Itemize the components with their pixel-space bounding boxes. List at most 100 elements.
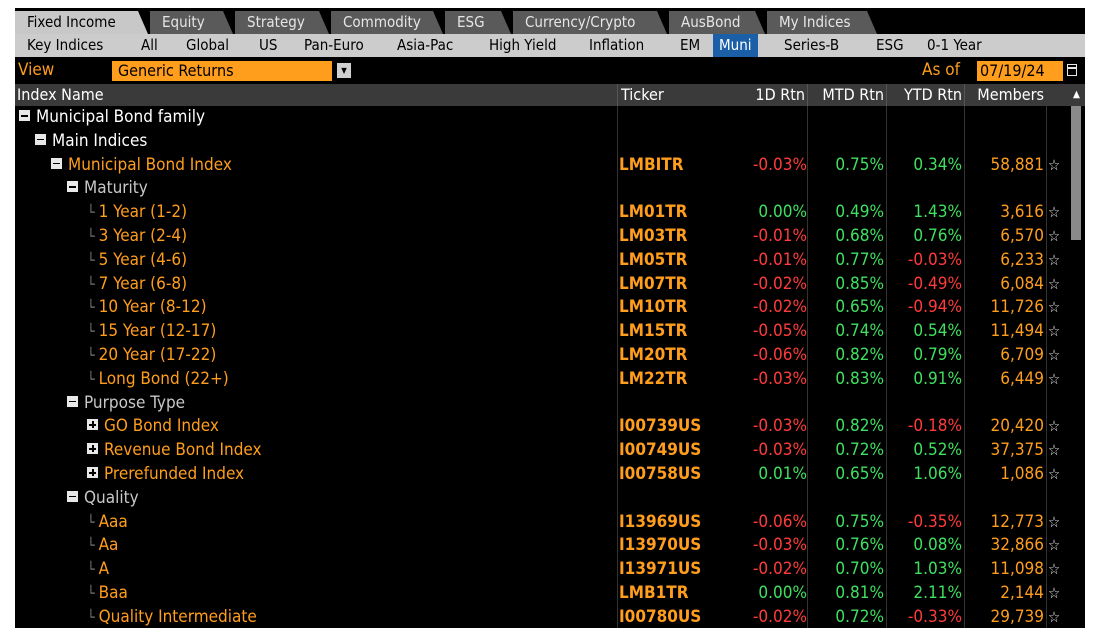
table-row[interactable]: Municipal Bond family — [15, 106, 1068, 130]
collapse-icon[interactable] — [67, 181, 78, 193]
index-name-cell[interactable]: Maturity — [67, 177, 148, 201]
subtab-asia-pac[interactable]: Asia-Pac — [397, 34, 453, 57]
index-name-cell[interactable]: └ Quality Intermediate — [87, 606, 257, 628]
calendar-icon[interactable] — [1067, 64, 1077, 76]
table-row[interactable]: Municipal Bond Index LMBITR -0.03% 0.75% 0.3… — [15, 154, 1068, 178]
subtab-inflation[interactable]: Inflation — [589, 34, 644, 57]
subtab-us[interactable]: US — [259, 34, 277, 57]
favorite-star-icon[interactable]: ☆ — [1045, 415, 1063, 439]
favorite-star-icon[interactable]: ☆ — [1045, 511, 1063, 535]
favorite-star-icon[interactable]: ☆ — [1045, 225, 1063, 249]
tab-ausbond[interactable]: AusBond — [669, 11, 765, 34]
tab-equity[interactable]: Equity — [150, 11, 233, 34]
header-index-name[interactable]: Index Name — [17, 84, 104, 106]
collapse-icon[interactable] — [67, 490, 78, 502]
scroll-up-arrow-icon[interactable]: ▲ — [1068, 84, 1085, 106]
tab-my-indices[interactable]: My Indices — [767, 11, 877, 34]
table-row[interactable]: └ Quality Intermediate I00780US -0.02% 0.72%… — [15, 606, 1068, 628]
index-name-cell[interactable]: Purpose Type — [67, 392, 185, 416]
subtab-global[interactable]: Global — [186, 34, 229, 57]
table-row[interactable]: Main Indices — [15, 130, 1068, 154]
index-name-cell[interactable]: └ Aa — [87, 534, 118, 558]
index-name-cell[interactable]: Main Indices — [35, 130, 147, 154]
table-row[interactable]: └ 3 Year (2-4) LM03TR -0.01% 0.68% 0.76% 6,570… — [15, 225, 1068, 249]
index-name-cell[interactable]: └ A — [87, 558, 109, 582]
tab-commodity[interactable]: Commodity — [331, 11, 443, 34]
favorite-star-icon[interactable]: ☆ — [1045, 344, 1063, 368]
index-name-cell[interactable]: └ Long Bond (22+) — [87, 368, 229, 392]
table-row[interactable]: Quality — [15, 487, 1068, 511]
table-row[interactable]: └ 20 Year (17-22) LM20TR -0.06% 0.82% 0.79% 6,… — [15, 344, 1068, 368]
table-row[interactable]: └ Baa LMB1TR 0.00% 0.81% 2.11% 2,144 ☆ — [15, 582, 1068, 606]
collapse-icon[interactable] — [51, 157, 62, 169]
table-row[interactable]: └ 1 Year (1-2) LM01TR 0.00% 0.49% 1.43% 3,616 ☆ — [15, 201, 1068, 225]
table-row[interactable]: GO Bond Index I00739US -0.03% 0.82% -0.18% 20… — [15, 415, 1068, 439]
header-members[interactable]: Members — [966, 84, 1044, 106]
favorite-star-icon[interactable]: ☆ — [1045, 296, 1063, 320]
table-row[interactable]: └ Aaa I13969US -0.06% 0.75% -0.35% 12,773 ☆ — [15, 511, 1068, 535]
collapse-icon[interactable] — [19, 110, 30, 121]
favorite-star-icon[interactable]: ☆ — [1045, 606, 1063, 628]
index-name-cell[interactable]: └ Aaa — [87, 511, 128, 535]
table-row[interactable]: Revenue Bond Index I00749US -0.03% 0.72% 0.5… — [15, 439, 1068, 463]
favorite-star-icon[interactable]: ☆ — [1045, 463, 1063, 487]
table-row[interactable]: Maturity — [15, 177, 1068, 201]
index-name-cell[interactable]: └ Baa — [87, 582, 128, 606]
chevron-down-icon[interactable]: ▼ — [337, 63, 351, 78]
subtab-key-indices[interactable]: Key Indices — [27, 34, 103, 57]
index-name-cell[interactable]: └ 20 Year (17-22) — [87, 344, 216, 368]
table-row[interactable]: └ A I13971US -0.02% 0.70% 1.03% 11,098 ☆ — [15, 558, 1068, 582]
header-1d-return[interactable]: 1D Rtn — [715, 84, 805, 106]
view-select[interactable]: Generic Returns — [112, 61, 332, 81]
table-row[interactable]: └ 15 Year (12-17) LM15TR -0.05% 0.74% 0.54% 11… — [15, 320, 1068, 344]
header-mtd-return[interactable]: MTD Rtn — [810, 84, 884, 106]
expand-icon[interactable] — [87, 467, 98, 478]
tab-currency-crypto[interactable]: Currency/Crypto — [513, 11, 667, 34]
table-row[interactable]: └ 5 Year (4-6) LM05TR -0.01% 0.77% -0.03% 6,23… — [15, 249, 1068, 273]
index-name-cell[interactable]: └ 3 Year (2-4) — [87, 225, 187, 249]
index-name-cell[interactable]: Revenue Bond Index — [87, 439, 262, 463]
header-ticker[interactable]: Ticker — [621, 84, 664, 106]
table-row[interactable]: Purpose Type — [15, 392, 1068, 416]
favorite-star-icon[interactable]: ☆ — [1045, 534, 1063, 558]
subtab-all[interactable]: All — [141, 34, 158, 57]
favorite-star-icon[interactable]: ☆ — [1045, 201, 1063, 225]
collapse-icon[interactable] — [35, 133, 46, 145]
tab-strategy[interactable]: Strategy — [235, 11, 329, 34]
subtab-pan-euro[interactable]: Pan-Euro — [304, 34, 364, 57]
subtab-0-1-year[interactable]: 0-1 Year — [927, 34, 982, 57]
index-name-cell[interactable]: Quality — [67, 487, 139, 511]
table-row[interactable]: └ 7 Year (6-8) LM07TR -0.02% 0.85% -0.49% 6,08… — [15, 273, 1068, 297]
index-name-cell[interactable]: Prerefunded Index — [87, 463, 244, 487]
subtab-high-yield[interactable]: High Yield — [489, 34, 556, 57]
scrollbar-thumb[interactable] — [1071, 106, 1081, 240]
tab-esg[interactable]: ESG — [445, 11, 511, 34]
favorite-star-icon[interactable]: ☆ — [1045, 154, 1063, 178]
expand-icon[interactable] — [87, 443, 98, 455]
tab-fixed-income[interactable]: Fixed Income — [15, 11, 148, 34]
subtab-em[interactable]: EM — [680, 34, 700, 57]
collapse-icon[interactable] — [67, 395, 78, 407]
index-name-cell[interactable]: └ 15 Year (12-17) — [87, 320, 216, 344]
expand-icon[interactable] — [87, 419, 98, 431]
index-name-cell[interactable]: └ 7 Year (6-8) — [87, 273, 187, 297]
favorite-star-icon[interactable]: ☆ — [1045, 558, 1063, 582]
table-row[interactable]: Prerefunded Index I00758US 0.01% 0.65% 1.06%… — [15, 463, 1068, 487]
index-name-cell[interactable]: └ 1 Year (1-2) — [87, 201, 187, 225]
index-name-cell[interactable]: GO Bond Index — [87, 415, 219, 439]
table-row[interactable]: └ Aa I13970US -0.03% 0.76% 0.08% 32,866 ☆ — [15, 534, 1068, 558]
favorite-star-icon[interactable]: ☆ — [1045, 368, 1063, 392]
header-ytd-return[interactable]: YTD Rtn — [888, 84, 962, 106]
table-row[interactable]: └ 10 Year (8-12) LM10TR -0.02% 0.65% -0.94% 11… — [15, 296, 1068, 320]
favorite-star-icon[interactable]: ☆ — [1045, 320, 1063, 344]
index-name-cell[interactable]: Municipal Bond Index — [51, 154, 232, 178]
index-name-cell[interactable]: └ 10 Year (8-12) — [87, 296, 207, 320]
favorite-star-icon[interactable]: ☆ — [1045, 249, 1063, 273]
as-of-date-field[interactable]: 07/19/24 — [977, 61, 1063, 81]
index-name-cell[interactable]: Municipal Bond family — [19, 106, 205, 130]
subtab-series-b[interactable]: Series-B — [784, 34, 839, 57]
subtab-esg[interactable]: ESG — [876, 34, 904, 57]
subtab-muni[interactable]: Muni — [713, 34, 758, 57]
favorite-star-icon[interactable]: ☆ — [1045, 439, 1063, 463]
table-row[interactable]: └ Long Bond (22+) LM22TR -0.03% 0.83% 0.91% 6,… — [15, 368, 1068, 392]
